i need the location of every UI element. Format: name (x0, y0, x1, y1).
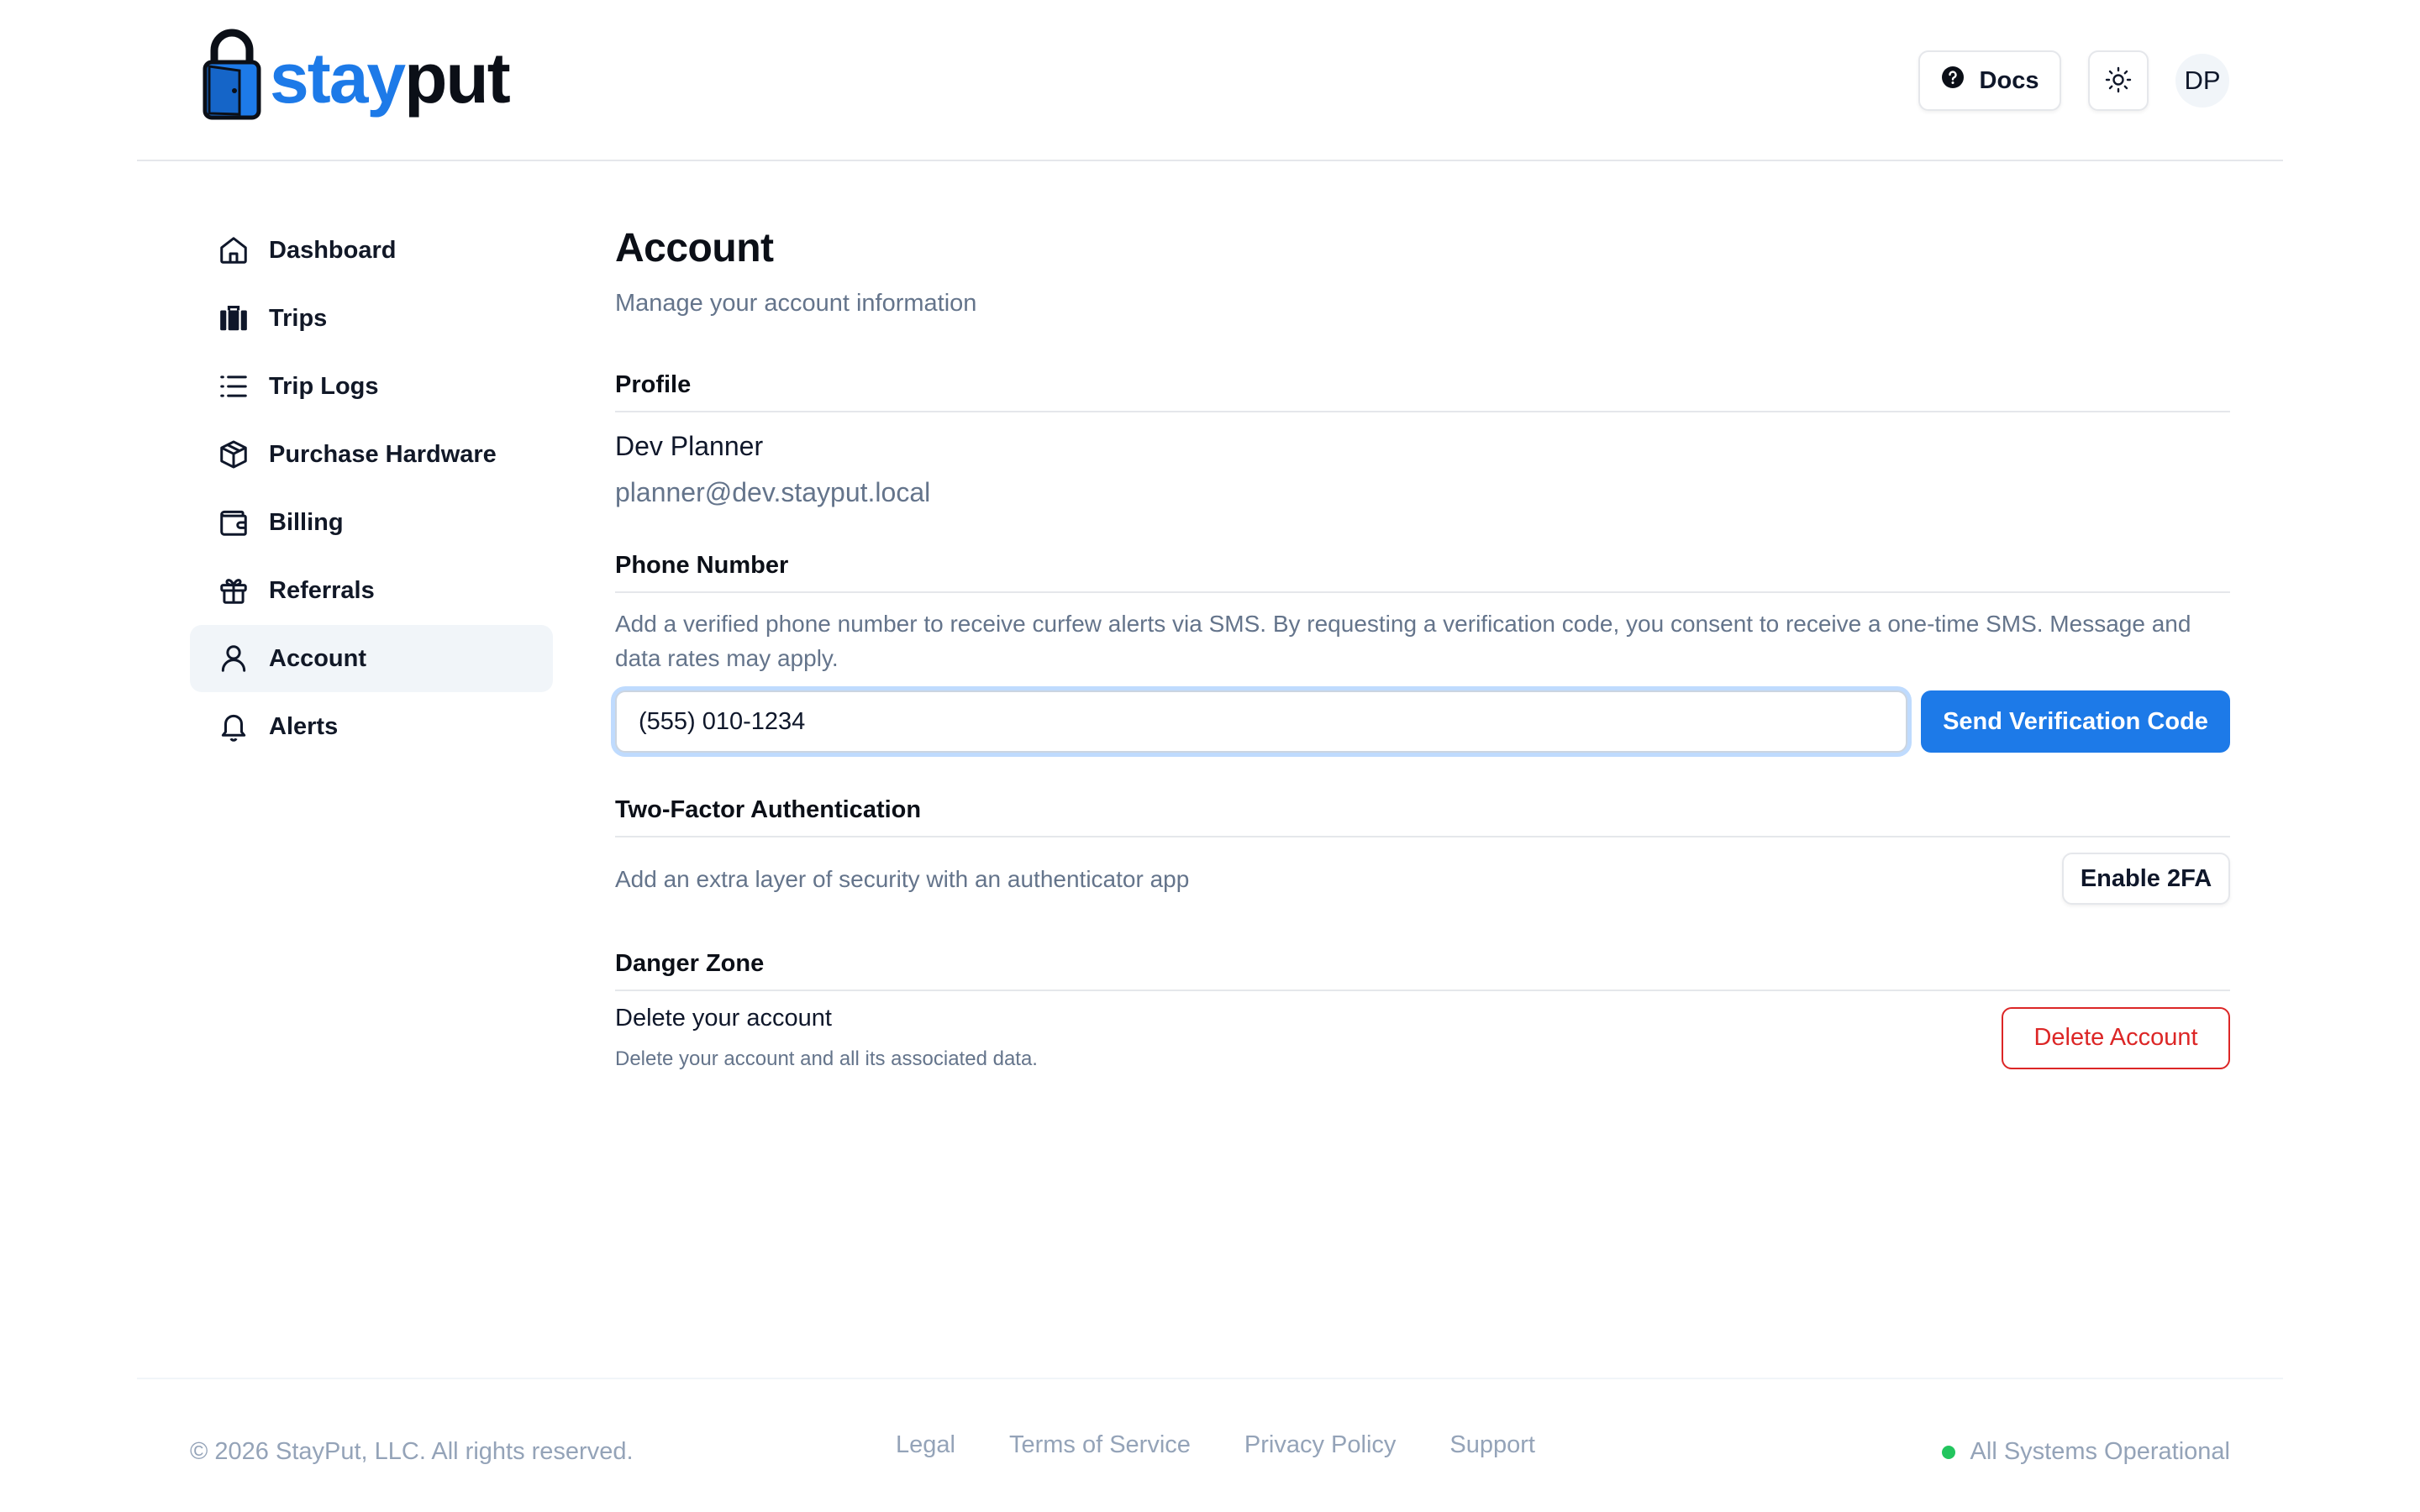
sun-icon (2105, 66, 2132, 96)
footer-link-terms[interactable]: Terms of Service (1009, 1431, 1191, 1459)
danger-zone-heading: Danger Zone (615, 950, 2230, 991)
footer-link-support[interactable]: Support (1449, 1431, 1535, 1459)
delete-account-description: Delete your account and all its associat… (615, 1047, 1038, 1070)
sidebar-item-label: Alerts (269, 712, 339, 740)
copyright-text: © 2026 StayPut, LLC. All rights reserved… (190, 1438, 634, 1465)
sidebar-item-label: Account (269, 644, 366, 672)
sidebar-nav: Dashboard Trips Trip Logs Purchase Hardw… (190, 217, 553, 761)
sidebar-item-dashboard[interactable]: Dashboard (190, 217, 553, 284)
delete-account-text: Delete your account Delete your account … (615, 1005, 1038, 1071)
two-factor-description: Add an extra layer of security with an a… (615, 865, 1190, 892)
delete-account-row: Delete your account Delete your account … (615, 1005, 2230, 1071)
bell-icon (217, 710, 250, 743)
delete-account-title: Delete your account (615, 1005, 832, 1032)
help-circle-icon (1941, 66, 1965, 96)
luggage-icon (217, 302, 250, 335)
footer-links: Legal Terms of Service Privacy Policy Su… (896, 1431, 1535, 1459)
footer-link-privacy[interactable]: Privacy Policy (1244, 1431, 1397, 1459)
two-factor-heading: Two-Factor Authentication (615, 796, 2230, 837)
profile-name: Dev Planner (615, 431, 764, 461)
phone-row: Send Verification Code (615, 690, 2230, 753)
sidebar-item-label: Billing (269, 508, 344, 536)
sidebar-item-label: Dashboard (269, 236, 397, 264)
footer-divider (137, 1378, 2283, 1379)
danger-zone-section: Danger Zone Delete your account Delete y… (615, 950, 2230, 1071)
sidebar-item-trip-logs[interactable]: Trip Logs (190, 353, 553, 420)
stayput-logo[interactable]: stayput (203, 27, 511, 125)
gift-icon (217, 574, 250, 607)
page-footer: © 2026 StayPut, LLC. All rights reserved… (190, 1428, 2230, 1478)
profile-section: Profile Dev Planner planner@dev.stayput.… (615, 371, 2230, 508)
profile-heading: Profile (615, 371, 2230, 412)
system-status-label: All Systems Operational (1970, 1438, 2230, 1465)
list-icon (217, 370, 250, 403)
header-actions: Docs DP (1918, 50, 2229, 111)
status-dot-icon (1941, 1445, 1955, 1459)
delete-account-button[interactable]: Delete Account (2002, 1006, 2230, 1069)
wallet-icon (217, 506, 250, 539)
page: stayput Docs DP Dashboard Trips Trip Log… (0, 0, 2420, 1512)
profile-email: planner@dev.stayput.local (615, 477, 931, 507)
system-status[interactable]: All Systems Operational (1941, 1438, 2230, 1466)
send-verification-code-button[interactable]: Send Verification Code (1921, 690, 2230, 753)
sidebar-item-purchase-hardware[interactable]: Purchase Hardware (190, 421, 553, 488)
sidebar-item-alerts[interactable]: Alerts (190, 693, 553, 760)
theme-toggle-button[interactable] (2088, 50, 2149, 111)
two-factor-row: Add an extra layer of security with an a… (615, 853, 2230, 905)
page-title: Account (615, 226, 774, 270)
enable-2fa-button[interactable]: Enable 2FA (2062, 853, 2230, 905)
logo-text-put: put (404, 38, 511, 118)
docs-button[interactable]: Docs (1918, 50, 2061, 111)
account-main: Account Manage your account information … (615, 225, 2230, 1071)
sidebar-item-referrals[interactable]: Referrals (190, 557, 553, 624)
home-icon (217, 234, 250, 267)
sidebar-item-label: Trip Logs (269, 372, 379, 400)
package-icon (217, 438, 250, 471)
user-icon (217, 642, 250, 675)
two-factor-section: Two-Factor Authentication Add an extra l… (615, 796, 2230, 905)
user-avatar[interactable]: DP (2175, 54, 2229, 108)
sidebar-item-label: Purchase Hardware (269, 440, 497, 468)
sidebar-item-label: Trips (269, 304, 328, 332)
phone-heading: Phone Number (615, 552, 2230, 593)
logo-text-stay: stay (270, 38, 406, 118)
sidebar-item-trips[interactable]: Trips (190, 285, 553, 352)
sidebar-item-account[interactable]: Account (190, 625, 553, 692)
sidebar-item-label: Referrals (269, 576, 375, 604)
phone-description: Add a verified phone number to receive c… (615, 611, 2191, 671)
phone-number-input[interactable] (615, 690, 1907, 753)
top-header: stayput Docs DP (137, 0, 2283, 161)
footer-link-legal[interactable]: Legal (896, 1431, 955, 1459)
phone-section: Phone Number Add a verified phone number… (615, 552, 2230, 753)
page-subtitle: Manage your account information (615, 290, 977, 317)
docs-label: Docs (1979, 66, 2039, 94)
sidebar-item-billing[interactable]: Billing (190, 489, 553, 556)
avatar-initials: DP (2184, 66, 2221, 95)
padlock-icon (203, 27, 261, 125)
logo-text: stayput (270, 43, 511, 113)
